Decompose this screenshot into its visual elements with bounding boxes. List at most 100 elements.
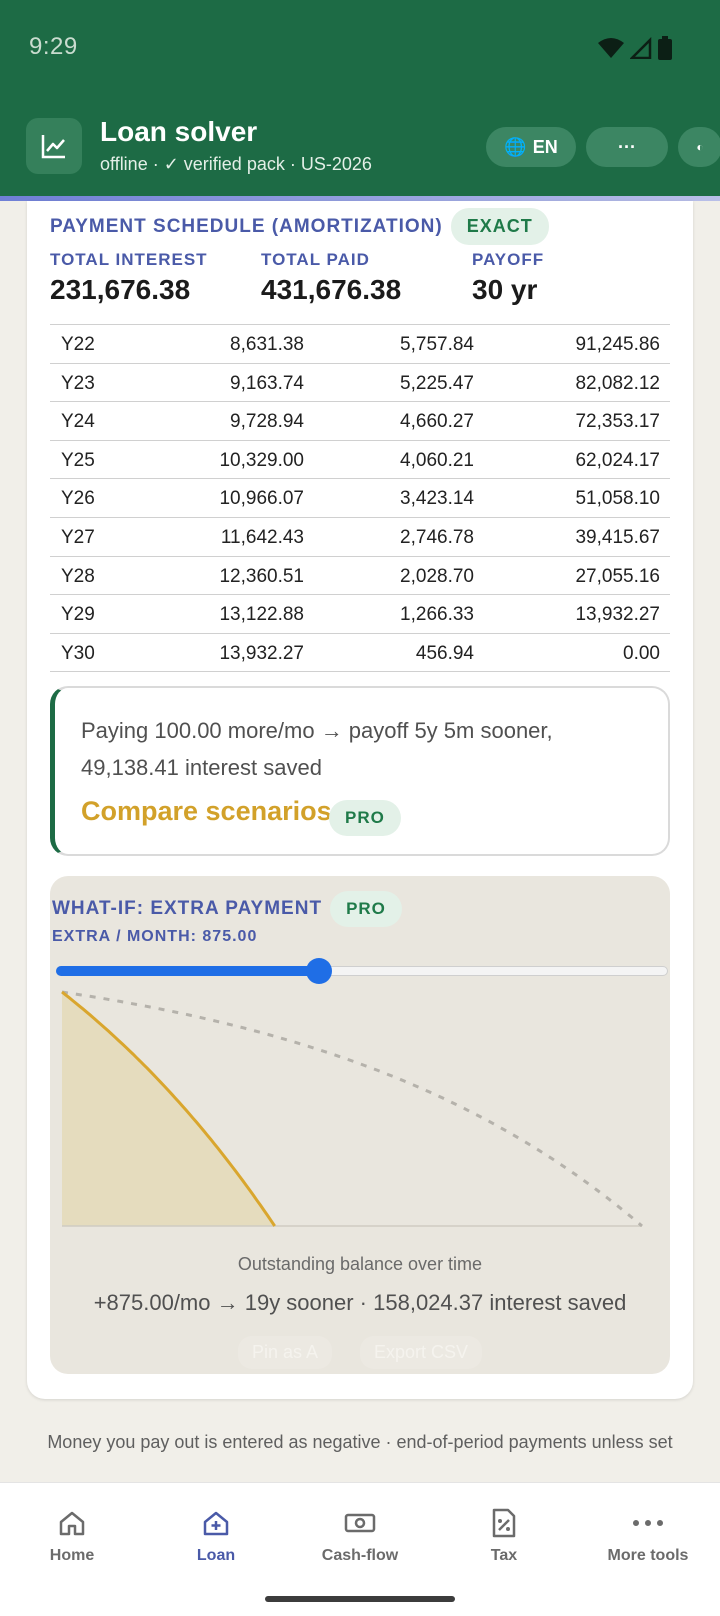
balance-chart xyxy=(61,990,643,1228)
extra-per-month-label: EXTRA / MONTH: 875.00 xyxy=(52,928,258,945)
balance-cell: 0.00 xyxy=(623,642,660,664)
balance-cell: 51,058.10 xyxy=(575,488,660,510)
principal-cell: 8,631.38 xyxy=(230,334,304,355)
pro-badge: PRO xyxy=(330,891,402,927)
slider-thumb[interactable] xyxy=(306,958,333,984)
principal-cell: 9,728.94 xyxy=(230,411,304,433)
interest-cell: 456.94 xyxy=(415,642,474,664)
signal-icon xyxy=(630,37,652,59)
nav-home[interactable]: Home xyxy=(0,1505,144,1565)
app-subtitle: offline · ✓ verified pack · US-2026 xyxy=(100,154,372,174)
table-row: Y29 13,122.88 1,266.33 13,932.27 xyxy=(50,595,670,634)
interest-cell: 2,746.78 xyxy=(400,526,474,548)
tip-text: Paying 100.00 more/mo → payoff 5y 5m soo… xyxy=(81,718,553,780)
principal-cell: 12,360.51 xyxy=(219,565,304,587)
overflow-menu-button[interactable]: ··· xyxy=(586,127,668,167)
chart-logo-icon xyxy=(26,118,82,174)
language-label: EN xyxy=(532,136,558,157)
table-row: Y22 8,631.38 5,757.84 91,245.86 xyxy=(50,325,670,364)
globe-icon: 🌐 xyxy=(504,136,527,157)
amortization-table: Y22 8,631.38 5,757.84 91,245.86 Y23 9,163.74 5… xyxy=(50,324,670,673)
principal-cell: 10,329.00 xyxy=(219,449,304,471)
year-cell: Y29 xyxy=(61,604,95,626)
interest-cell: 1,266.33 xyxy=(400,604,474,626)
tax-icon xyxy=(432,1505,576,1541)
pro-badge: PRO xyxy=(329,800,401,836)
theme-toggle-button[interactable]: ◐ xyxy=(678,127,720,167)
balance-cell: 82,082.12 xyxy=(575,372,660,394)
interest-cell: 4,060.21 xyxy=(400,449,474,471)
pin-as-a-button[interactable]: Pin as A xyxy=(237,1336,332,1369)
compare-scenarios-link[interactable]: Compare scenarios xyxy=(81,796,332,827)
sign-convention-note: Money you pay out is entered as negative… xyxy=(47,1432,673,1452)
balance-cell: 91,245.86 xyxy=(575,334,660,355)
home-icon xyxy=(0,1505,144,1541)
wifi-icon xyxy=(598,38,624,58)
extra-payment-slider[interactable] xyxy=(56,958,668,984)
table-row: Y25 10,329.00 4,060.21 62,024.17 xyxy=(50,441,670,480)
contrast-icon: ◐ xyxy=(696,140,704,154)
interest-cell: 5,757.84 xyxy=(400,334,474,355)
status-icons xyxy=(598,36,672,60)
chart-caption: Outstanding balance over time xyxy=(237,1254,483,1274)
stat-label: PAYOFF xyxy=(472,250,545,269)
nav-label: Loan xyxy=(196,1547,236,1564)
interest-cell: 5,225.47 xyxy=(400,372,474,394)
what-if-result: +875.00/mo → 19y sooner · 158,024.37 int… xyxy=(93,1290,627,1315)
exact-badge: EXACT xyxy=(450,208,549,245)
what-if-title: WHAT-IF: EXTRA PAYMENT xyxy=(52,898,323,919)
loan-icon xyxy=(144,1505,288,1541)
year-cell: Y22 xyxy=(61,334,95,355)
principal-cell: 13,122.88 xyxy=(219,604,304,626)
year-cell: Y24 xyxy=(61,411,95,433)
balance-cell: 72,353.17 xyxy=(575,411,660,433)
battery-icon xyxy=(658,36,672,60)
stat-total-interest: TOTAL INTEREST 231,676.38 xyxy=(50,250,208,306)
what-if-panel: WHAT-IF: EXTRA PAYMENT PRO EXTRA / MONTH… xyxy=(50,876,670,1374)
status-time: 9:29 xyxy=(29,33,78,60)
what-if-actions: Pin as A Export CSV xyxy=(50,1336,670,1369)
table-row: Y26 10,966.07 3,423.14 51,058.10 xyxy=(50,479,670,518)
year-cell: Y25 xyxy=(61,449,95,471)
home-indicator[interactable] xyxy=(265,1596,455,1602)
app-header: 9:29 Loan solver offline · ✓ verified pa… xyxy=(0,0,720,201)
year-cell: Y26 xyxy=(61,488,95,510)
table-row: Y24 9,728.94 4,660.27 72,353.17 xyxy=(50,402,670,441)
stat-value: 30 yr xyxy=(472,274,538,305)
nav-cash-flow[interactable]: Cash-flow xyxy=(288,1505,432,1565)
nav-tax[interactable]: Tax xyxy=(432,1505,576,1565)
year-cell: Y28 xyxy=(61,565,95,587)
balance-cell: 13,932.27 xyxy=(575,604,660,626)
status-bar: 9:29 xyxy=(0,0,720,96)
table-row: Y30 13,932.27 456.94 0.00 xyxy=(50,634,670,673)
more-dots-icon: ··· xyxy=(618,136,636,157)
nav-label: Tax xyxy=(490,1547,518,1564)
balance-cell: 27,055.16 xyxy=(575,565,660,587)
nav-label: Cash-flow xyxy=(321,1547,399,1564)
balance-cell: 62,024.17 xyxy=(575,449,660,471)
export-csv-button[interactable]: Export CSV xyxy=(360,1336,483,1369)
principal-cell: 11,642.43 xyxy=(220,526,304,548)
schedule-header: PAYMENT SCHEDULE (AMORTIZATION) EXACT xyxy=(50,208,549,245)
table-row: Y28 12,360.51 2,028.70 27,055.16 xyxy=(50,557,670,596)
cash-icon xyxy=(288,1505,432,1541)
stat-label: TOTAL INTEREST xyxy=(50,250,208,269)
app-bar: Loan solver offline · ✓ verified pack · … xyxy=(0,112,720,192)
principal-cell: 10,966.07 xyxy=(219,488,304,510)
more-icon xyxy=(576,1505,720,1541)
stat-total-paid: TOTAL PAID 431,676.38 xyxy=(261,250,401,306)
table-row: Y23 9,163.74 5,225.47 82,082.12 xyxy=(50,364,670,403)
nav-label: Home xyxy=(49,1547,95,1564)
app-title: Loan solver xyxy=(100,116,258,147)
what-if-header: WHAT-IF: EXTRA PAYMENT PRO xyxy=(52,891,402,927)
stat-label: TOTAL PAID xyxy=(261,250,370,269)
table-row: Y27 11,642.43 2,746.78 39,415.67 xyxy=(50,518,670,557)
year-cell: Y30 xyxy=(61,642,95,664)
schedule-title: PAYMENT SCHEDULE (AMORTIZATION) xyxy=(50,215,443,237)
language-button[interactable]: 🌐 EN xyxy=(486,127,576,167)
nav-loan[interactable]: Loan xyxy=(144,1505,288,1565)
balance-cell: 39,415.67 xyxy=(575,526,660,548)
extra-payment-tip-card: Paying 100.00 more/mo → payoff 5y 5m soo… xyxy=(50,686,670,856)
slider-fill xyxy=(56,966,320,976)
nav-more-tools[interactable]: More tools xyxy=(576,1505,720,1565)
